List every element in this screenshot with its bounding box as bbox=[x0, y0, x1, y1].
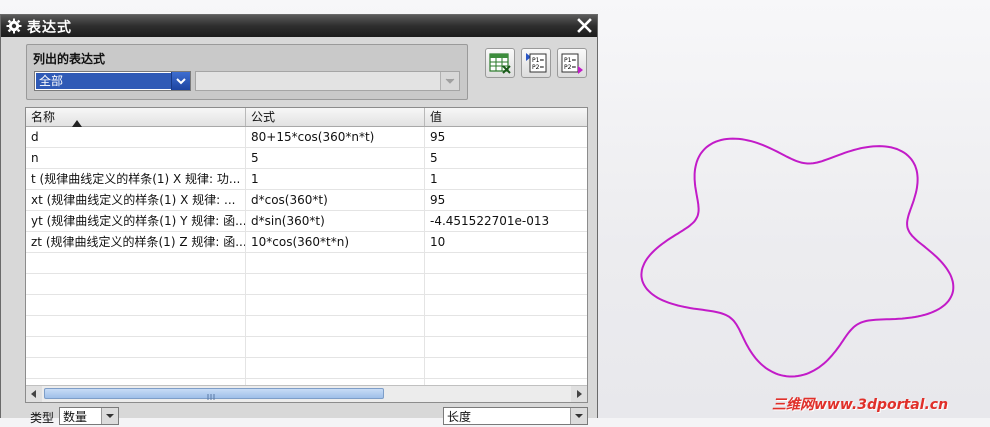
unit-dropdown[interactable]: 长度 bbox=[443, 407, 588, 425]
table-cell-value bbox=[425, 316, 587, 336]
table-cell-formula: 80+15*cos(360*n*t) bbox=[246, 127, 425, 147]
table-row[interactable] bbox=[26, 274, 587, 295]
table-row[interactable] bbox=[26, 316, 587, 337]
table-row[interactable]: xt (规律曲线定义的样条(1) X 规律: ... d*cos(360*t) 95 bbox=[26, 190, 587, 211]
table-cell-formula bbox=[246, 295, 425, 315]
table-cell-value: 95 bbox=[430, 130, 446, 144]
table-cell-formula: 5 bbox=[246, 148, 425, 168]
scroll-right-icon[interactable] bbox=[571, 386, 587, 402]
table-cell-value bbox=[425, 358, 587, 378]
column-header-label: 公式 bbox=[251, 110, 276, 124]
horizontal-scrollbar[interactable] bbox=[26, 385, 587, 402]
scroll-left-icon[interactable] bbox=[26, 386, 42, 402]
law-curve-drawing bbox=[640, 137, 955, 378]
table-cell-value bbox=[425, 337, 587, 357]
spreadsheet-edit-button[interactable] bbox=[485, 48, 515, 78]
table-cell-value: 10 bbox=[430, 235, 446, 249]
table-cell-formula bbox=[246, 316, 425, 336]
column-header-value[interactable]: 值 bbox=[425, 108, 587, 126]
table-cell-name bbox=[26, 337, 246, 357]
table-cell-formula bbox=[246, 358, 425, 378]
table-row[interactable] bbox=[26, 358, 587, 379]
secondary-filter-dropdown[interactable] bbox=[195, 71, 460, 91]
column-header-name[interactable]: 名称 bbox=[26, 108, 246, 127]
gear-icon[interactable] bbox=[5, 17, 23, 35]
table-cell-formula: d*cos(360*t) bbox=[246, 190, 425, 210]
table-cell-name bbox=[26, 274, 246, 294]
table-row[interactable]: zt (规律曲线定义的样条(1) Z 规律: 函... 10*cos(360*t*… bbox=[26, 232, 587, 253]
table-cell-value bbox=[425, 274, 587, 294]
import-expressions-button[interactable]: P1= P2= bbox=[521, 48, 551, 78]
table-cell-name: zt (规律曲线定义的样条(1) Z 规律: 函... bbox=[26, 232, 246, 252]
table-cell-formula bbox=[246, 274, 425, 294]
table-row[interactable]: n55 bbox=[26, 148, 587, 169]
table-cell-name bbox=[26, 316, 246, 336]
table-cell-value bbox=[425, 253, 587, 273]
table-cell-value: 95 bbox=[430, 193, 446, 207]
table-cell-value: -4.451522701e-013 bbox=[430, 214, 550, 228]
p2-label: P2= bbox=[564, 64, 576, 71]
table-cell-formula: d*sin(360*t) bbox=[246, 211, 425, 231]
grip-icon bbox=[207, 390, 215, 402]
table-header: 名称 公式 值 bbox=[26, 108, 587, 127]
table-cell-name: d bbox=[26, 127, 246, 147]
scrollbar-thumb[interactable] bbox=[44, 388, 384, 400]
table-body: d 80+15*cos(360*n*t) 95 n 5 5 t (规律曲线定义的样条(1) … bbox=[26, 127, 587, 400]
listed-expressions-group: 列出的表达式 全部 bbox=[26, 44, 468, 100]
table-row[interactable] bbox=[26, 295, 587, 316]
table-cell-name: yt (规律曲线定义的样条(1) Y 规律: 函... bbox=[26, 211, 246, 231]
table-row[interactable] bbox=[26, 253, 587, 274]
chevron-down-icon[interactable] bbox=[171, 72, 190, 90]
chevron-down-icon[interactable] bbox=[570, 408, 587, 424]
table-cell-formula: 1 bbox=[246, 169, 425, 189]
group-title: 列出的表达式 bbox=[33, 52, 106, 66]
p1-label: P1= bbox=[532, 57, 544, 64]
table-cell-formula bbox=[246, 253, 425, 273]
law-curve-spline[interactable] bbox=[640, 137, 955, 378]
table-cell-value: 5 bbox=[430, 151, 438, 165]
table-cell-formula bbox=[246, 337, 425, 357]
filter-selected-value: 全部 bbox=[36, 73, 171, 89]
table-cell-name: xt (规律曲线定义的样条(1) X 规律: ... bbox=[26, 190, 246, 210]
column-header-formula[interactable]: 公式 bbox=[246, 108, 425, 126]
type-dropdown[interactable]: 数量 bbox=[59, 407, 119, 425]
watermark: 三维网www.3dportal.cn bbox=[772, 397, 949, 413]
table-cell-name bbox=[26, 358, 246, 378]
p2-label: P2= bbox=[532, 64, 544, 71]
dialog-title: 表达式 bbox=[27, 20, 72, 36]
table-cell-name: n bbox=[26, 148, 246, 168]
p1-label: P1= bbox=[564, 57, 576, 64]
table-row[interactable] bbox=[26, 337, 587, 358]
filter-dropdown[interactable]: 全部 bbox=[34, 71, 191, 91]
table-row[interactable]: d 80+15*cos(360*n*t) 95 bbox=[26, 127, 587, 148]
chevron-down-icon[interactable] bbox=[440, 72, 459, 90]
table-row[interactable]: yt (规律曲线定义的样条(1) Y 规律: 函... d*sin(360*t) -… bbox=[26, 211, 587, 232]
unit-selected-value: 长度 bbox=[447, 410, 472, 424]
column-header-label: 名称 bbox=[31, 110, 56, 124]
table-cell-name: t (规律曲线定义的样条(1) X 规律: 功... bbox=[26, 169, 246, 189]
table-cell-name bbox=[26, 253, 246, 273]
table-cell-formula: 10*cos(360*t*n) bbox=[246, 232, 425, 252]
table-row[interactable]: t (规律曲线定义的样条(1) X 规律: 功... 1 1 bbox=[26, 169, 587, 190]
title-bar[interactable]: 表达式 bbox=[1, 15, 597, 37]
expression-dialog: 表达式 列出的表达式 全部 P1= P2= P1= P2= 名称 公式 值 d … bbox=[0, 14, 598, 425]
column-header-label: 值 bbox=[430, 110, 443, 124]
chevron-down-icon[interactable] bbox=[101, 408, 118, 424]
export-expressions-button[interactable]: P1= P2= bbox=[557, 48, 587, 78]
table-cell-name bbox=[26, 295, 246, 315]
close-icon[interactable] bbox=[576, 17, 593, 34]
type-selected-value: 数量 bbox=[63, 410, 88, 424]
expressions-table: 名称 公式 值 d 80+15*cos(360*n*t) 95 n 5 5 t (规律曲线定… bbox=[25, 107, 588, 403]
table-cell-value: 1 bbox=[430, 172, 438, 186]
table-cell-value bbox=[425, 295, 587, 315]
